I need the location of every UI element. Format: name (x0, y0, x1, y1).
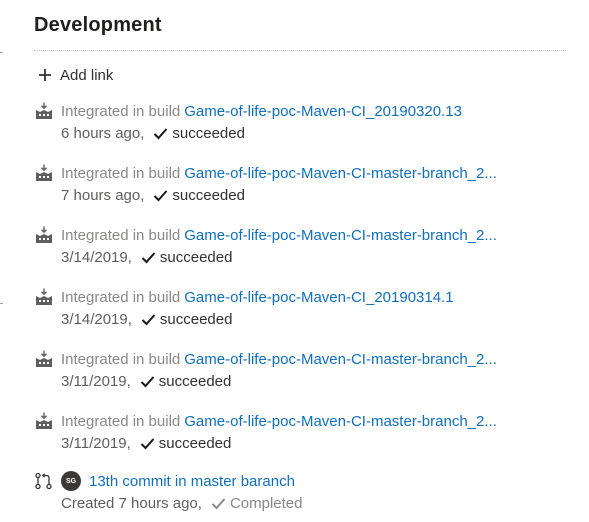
build-pipeline-icon (36, 350, 52, 367)
build-prefix: Integrated in build (61, 164, 181, 182)
plus-icon (39, 69, 51, 81)
add-link-button[interactable]: Add link (38, 64, 113, 86)
build-pipeline-icon (36, 102, 52, 119)
build-status: succeeded (158, 434, 232, 452)
add-link-label: Add link (60, 66, 114, 84)
pull-request-created: Created 7 hours ago, (61, 494, 202, 512)
build-prefix: Integrated in build (61, 288, 181, 306)
build-time: 6 hours ago, (61, 124, 145, 142)
build-status: succeeded (159, 248, 233, 266)
checkmark-icon (140, 437, 155, 449)
section-divider (34, 50, 566, 51)
pull-request-link[interactable]: 13th commit in master baranch (89, 473, 295, 490)
build-pipeline-icon (36, 412, 52, 429)
build-link[interactable]: Game-of-life-poc-Maven-CI_20190320.13 (184, 103, 462, 120)
build-link[interactable]: Game-of-life-poc-Maven-CI-master-branch_… (184, 413, 497, 430)
build-time: 3/11/2019, (61, 434, 131, 452)
build-prefix: Integrated in build (61, 102, 181, 120)
build-time: 3/14/2019, (61, 248, 132, 266)
build-status: succeeded (172, 124, 245, 142)
build-time: 3/14/2019, (61, 310, 132, 328)
build-link[interactable]: Game-of-life-poc-Maven-CI-master-branch_… (184, 165, 497, 182)
pull-request-status: Completed (229, 494, 303, 512)
build-pipeline-icon (36, 226, 52, 243)
build-link[interactable]: Game-of-life-poc-Maven-CI-master-branch_… (184, 351, 497, 368)
checkmark-icon (141, 251, 156, 263)
build-pipeline-icon (36, 164, 52, 181)
build-prefix: Integrated in build (61, 412, 181, 430)
build-time: 3/11/2019, (61, 372, 131, 390)
pull-request-icon (35, 472, 52, 490)
avatar: SG (61, 471, 81, 491)
build-status: succeeded (158, 372, 232, 390)
checkmark-icon (154, 189, 168, 201)
build-item: Integrated in build Game-of-life-poc-Mave… (34, 286, 566, 330)
section-title: Development (34, 14, 162, 36)
build-item: Integrated in build Game-of-life-poc-Mave… (34, 348, 566, 392)
build-status: succeeded (172, 186, 245, 204)
checkmark-icon (141, 313, 156, 325)
build-status: succeeded (159, 310, 233, 328)
checkmark-icon (154, 127, 168, 139)
build-item: Integrated in build Game-of-life-poc-Mave… (34, 224, 566, 268)
build-prefix: Integrated in build (61, 226, 181, 244)
left-edge-mark (0, 303, 3, 304)
build-pipeline-icon (36, 288, 52, 305)
pull-request-item: SG 13th commit in master baranch Created… (34, 470, 566, 514)
build-link[interactable]: Game-of-life-poc-Maven-CI_20190314.1 (184, 289, 453, 306)
build-time: 7 hours ago, (61, 186, 145, 204)
checkmark-icon (211, 497, 226, 509)
build-item: Integrated in build Game-of-life-poc-Mave… (34, 100, 566, 144)
build-item: Integrated in build Game-of-life-poc-Mave… (34, 162, 566, 206)
left-edge-mark (0, 52, 3, 53)
build-item: Integrated in build Game-of-life-poc-Mave… (34, 410, 566, 454)
build-prefix: Integrated in build (61, 350, 181, 368)
build-link[interactable]: Game-of-life-poc-Maven-CI-master-branch_… (184, 227, 497, 244)
checkmark-icon (140, 375, 155, 387)
